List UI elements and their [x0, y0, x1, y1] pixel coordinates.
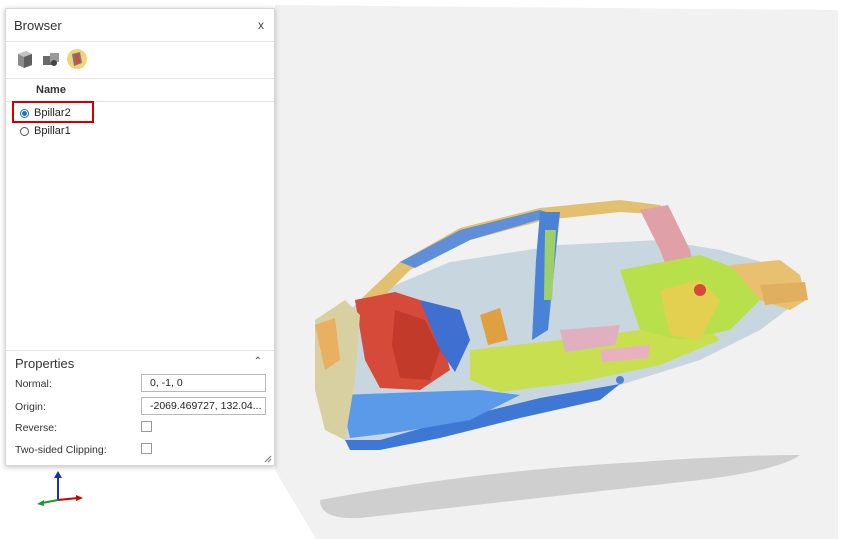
chevron-up-icon[interactable]: ⌃ — [254, 356, 262, 367]
browser-header: Browser x — [6, 9, 274, 42]
browser-title: Browser — [14, 18, 62, 33]
axis-triad-icon — [37, 471, 83, 506]
origin-label: Origin: — [15, 401, 46, 413]
browser-panel: Browser x Name Bpillar2 Bpillar1 Propert… — [5, 8, 275, 466]
normal-field[interactable]: 0, -1, 0 — [141, 374, 266, 392]
normal-label: Normal: — [15, 378, 52, 390]
close-button[interactable]: x — [258, 18, 264, 32]
column-name: Name — [36, 84, 66, 96]
reverse-checkbox[interactable] — [141, 421, 152, 432]
two-sided-clipping-label: Two-sided Clipping: — [15, 444, 107, 456]
reverse-label: Reverse: — [15, 422, 58, 434]
tree-column-header: Name — [6, 79, 274, 102]
origin-field[interactable]: -2069.469727, 132.04... — [141, 397, 266, 415]
resize-grip-icon[interactable] — [264, 455, 272, 463]
tree-item-bpillar1[interactable]: Bpillar1 — [20, 123, 71, 139]
tree-item-label: Bpillar1 — [34, 125, 71, 137]
properties-title: Properties — [15, 356, 75, 371]
cube-icon[interactable] — [14, 48, 36, 70]
section-cut-icon[interactable] — [66, 48, 88, 70]
parts-icon[interactable] — [40, 48, 62, 70]
two-sided-clipping-checkbox[interactable] — [141, 443, 152, 454]
properties-divider — [6, 350, 274, 351]
selection-highlight — [12, 101, 94, 123]
browser-toolbar — [6, 42, 274, 79]
radio-unselected-icon[interactable] — [20, 126, 29, 136]
